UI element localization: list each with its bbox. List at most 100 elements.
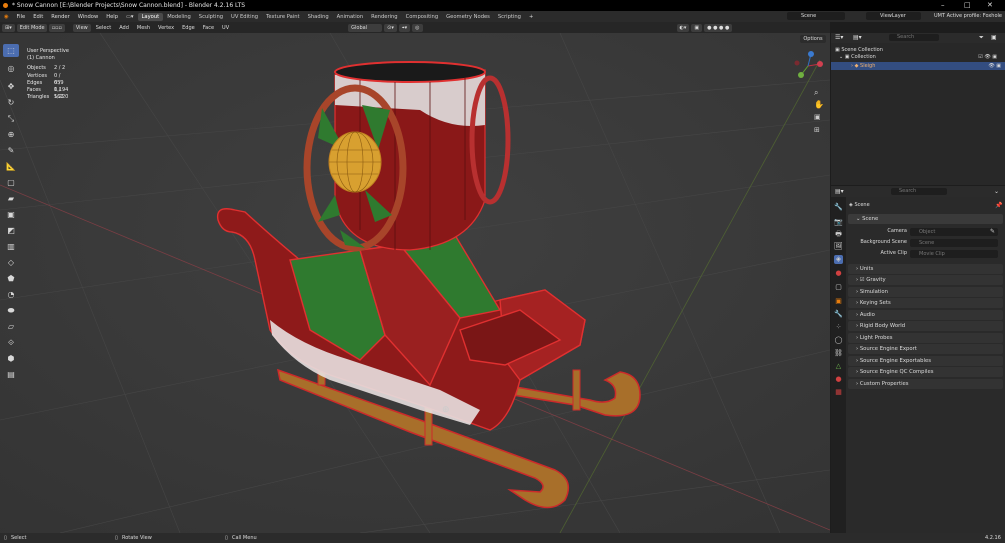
shear-tool-icon[interactable]: ⬢ — [3, 352, 19, 365]
transform-tool-icon[interactable]: ⊕ — [3, 128, 19, 141]
menu-add[interactable]: Add — [116, 24, 132, 32]
options-button[interactable]: Options — [800, 35, 826, 43]
bevel-tool-icon[interactable]: ◩ — [3, 224, 19, 237]
panel-scene[interactable]: ⌄ Scene — [848, 214, 1003, 224]
menu-render[interactable]: Render — [47, 14, 73, 20]
texture-tab-icon[interactable]: ▦ — [834, 388, 843, 397]
particles-tab-icon[interactable]: ⁘ — [834, 323, 843, 332]
close-icon[interactable]: ✕ — [987, 0, 993, 11]
panel-simulation[interactable]: › Simulation — [848, 287, 1003, 297]
menu-vertex[interactable]: Vertex — [155, 24, 177, 32]
visibility-icons[interactable]: 👁 ▣ — [988, 62, 1001, 70]
modifiers-tab-icon[interactable]: 🔧 — [834, 310, 843, 319]
editor-type-button[interactable]: ⊞▾ — [2, 23, 15, 32]
select-box-tool-icon[interactable]: ⬚ — [3, 44, 19, 57]
constraints-tab-icon[interactable]: ⛓ — [834, 349, 843, 358]
menu-face[interactable]: Face — [200, 24, 217, 32]
rip-region-tool-icon[interactable]: ▤ — [3, 368, 19, 381]
mode-selector[interactable]: Edit Mode — [16, 23, 47, 32]
tab-shading[interactable]: Shading — [304, 13, 333, 21]
outliner-editor-icon[interactable]: ☰▾ — [835, 34, 843, 41]
menu-select[interactable]: Select — [93, 24, 114, 32]
scale-tool-icon[interactable]: ⤡ — [3, 112, 19, 125]
panel-light-probes[interactable]: › Light Probes — [848, 333, 1003, 343]
physics-tab-icon[interactable]: ◯ — [834, 336, 843, 345]
smooth-tool-icon[interactable]: ⬬ — [3, 304, 19, 317]
menu-file[interactable]: File — [13, 14, 30, 20]
outliner-search-input[interactable]: Search — [889, 34, 939, 41]
spin-tool-icon[interactable]: ◔ — [3, 288, 19, 301]
menu-help[interactable]: Help — [102, 14, 122, 20]
move-tool-icon[interactable]: ✥ — [3, 80, 19, 93]
edge-slide-tool-icon[interactable]: ▱ — [3, 320, 19, 333]
outliner-item-scene-collection[interactable]: ▣ Scene Collection — [835, 47, 883, 53]
loop-cut-tool-icon[interactable]: ▥ — [3, 240, 19, 253]
menu-uv[interactable]: UV — [219, 24, 232, 32]
menu-view[interactable]: View — [72, 23, 91, 32]
measure-tool-icon[interactable]: 📐 — [3, 160, 19, 173]
overlay-icon[interactable]: ◐▾ — [676, 23, 690, 32]
tab-sculpting[interactable]: Sculpting — [195, 13, 227, 21]
panel-gravity[interactable]: › ☑ Gravity — [848, 275, 1003, 285]
world-tab-icon[interactable]: ● — [834, 269, 843, 278]
outliner-filter-mode-icon[interactable]: ▤▾ — [853, 34, 862, 41]
scene-tab-icon[interactable]: ◈ — [834, 255, 843, 264]
menu-window[interactable]: Window — [74, 14, 102, 20]
snap-icon[interactable]: ⌖▾ — [398, 23, 411, 32]
menu-mesh[interactable]: Mesh — [134, 24, 153, 32]
proportional-edit-icon[interactable]: ◎ — [412, 23, 423, 32]
data-tab-icon[interactable]: △ — [834, 362, 843, 371]
properties-options-icon[interactable]: ⌄ — [994, 188, 999, 195]
tab-layout[interactable]: Layout — [137, 12, 164, 21]
add-workspace-icon[interactable]: + — [525, 14, 537, 20]
material-tab-icon[interactable]: ● — [834, 375, 843, 384]
camera-view-icon[interactable]: ▣ — [814, 113, 821, 121]
menu-edit[interactable]: Edit — [29, 14, 47, 20]
extrude-tool-icon[interactable]: ▰ — [3, 192, 19, 205]
eyedropper-icon[interactable]: ✎ — [990, 228, 995, 235]
view-layer-selector[interactable]: ViewLayer — [866, 12, 921, 20]
navigation-gizmo[interactable] — [793, 51, 823, 81]
inset-tool-icon[interactable]: ▣ — [3, 208, 19, 221]
scene-selector[interactable]: Scene — [787, 12, 845, 20]
pivot-point-icon[interactable]: ⊙▾ — [384, 23, 397, 32]
editor-type-icon[interactable]: ▭▾ — [122, 14, 138, 20]
render-tab-icon[interactable]: 📷 — [834, 218, 843, 227]
tool-tab-icon[interactable]: 🔧 — [834, 203, 843, 212]
3d-viewport[interactable]: ⊕ ⌕ ✋ ▣ ⊞ Options — [0, 33, 830, 533]
panel-rigid-body-world[interactable]: › Rigid Body World — [848, 321, 1003, 331]
tab-rendering[interactable]: Rendering — [367, 13, 402, 21]
tab-modeling[interactable]: Modeling — [163, 13, 195, 21]
perspective-toggle-icon[interactable]: ⊞ — [814, 126, 820, 134]
tab-animation[interactable]: Animation — [333, 13, 367, 21]
panel-custom-properties[interactable]: › Custom Properties — [848, 379, 1003, 389]
outliner-item-sleigh[interactable]: › ◆ Sleigh 👁 ▣ — [831, 62, 1005, 70]
tab-geometry-nodes[interactable]: Geometry Nodes — [442, 13, 494, 21]
new-collection-icon[interactable]: ▣ — [991, 34, 997, 41]
panel-audio[interactable]: › Audio — [848, 310, 1003, 320]
panel-keying-sets[interactable]: › Keying Sets — [848, 298, 1003, 308]
menu-edge[interactable]: Edge — [179, 24, 198, 32]
cursor-tool-icon[interactable]: ◎ — [3, 62, 19, 75]
shading-modes[interactable]: ● ● ● ● — [704, 23, 733, 32]
xray-icon[interactable]: ▣ — [691, 23, 703, 32]
collection-tab-icon[interactable]: ▢ — [834, 283, 843, 292]
tab-texture-paint[interactable]: Texture Paint — [262, 13, 303, 21]
rotate-tool-icon[interactable]: ↻ — [3, 96, 19, 109]
blender-menu-icon[interactable]: ◉ — [0, 14, 13, 20]
output-tab-icon[interactable]: 🖶 — [834, 230, 843, 239]
properties-search-input[interactable]: Search — [891, 188, 947, 195]
panel-source-engine-qc-compiles[interactable]: › Source Engine QC Compiles — [848, 367, 1003, 377]
background-scene-field[interactable]: Scene — [910, 239, 998, 247]
panel-source-engine-export[interactable]: › Source Engine Export — [848, 344, 1003, 354]
zoom-icon[interactable]: ⌕ — [814, 88, 818, 98]
add-cube-tool-icon[interactable]: ▢ — [3, 176, 19, 189]
tab-scripting[interactable]: Scripting — [494, 13, 525, 21]
outliner-item-collection[interactable]: ⌄ ▣ Collection ☑ 👁 ▣ — [839, 54, 999, 60]
minimize-icon[interactable]: – — [941, 0, 945, 11]
select-mode-buttons[interactable]: ▫▫▫ — [48, 23, 65, 32]
annotate-tool-icon[interactable]: ✎ — [3, 144, 19, 157]
tab-compositing[interactable]: Compositing — [402, 13, 443, 21]
transform-orientation-selector[interactable]: Global — [348, 23, 383, 32]
camera-field[interactable]: Object — [910, 228, 998, 236]
